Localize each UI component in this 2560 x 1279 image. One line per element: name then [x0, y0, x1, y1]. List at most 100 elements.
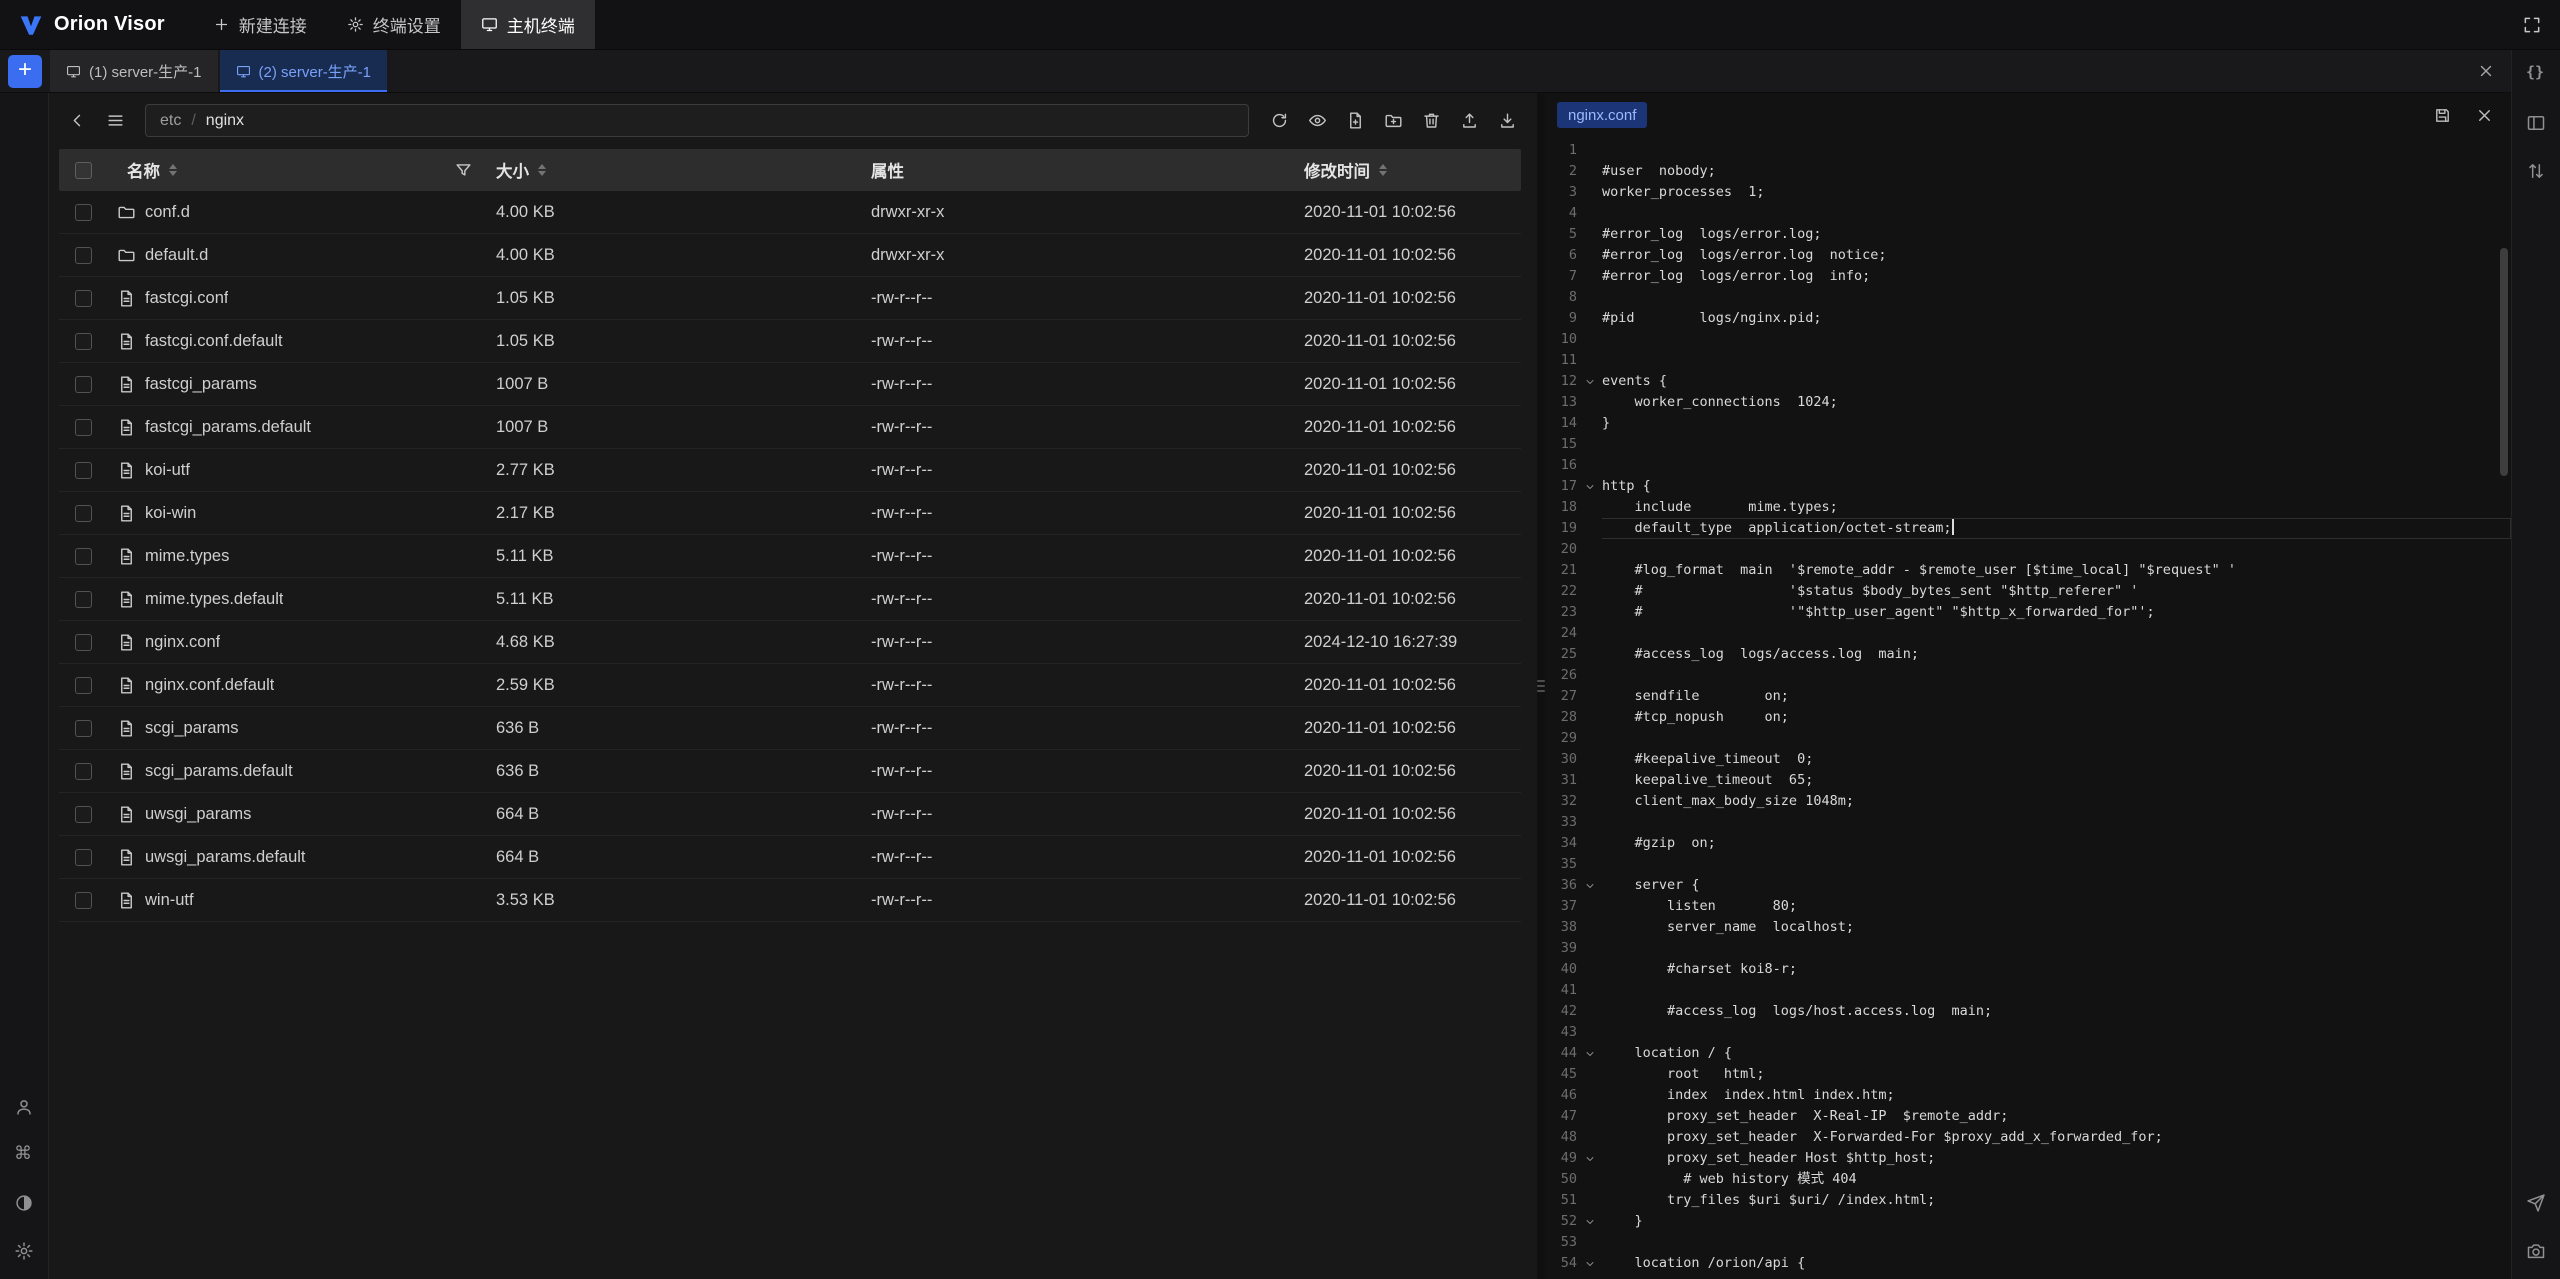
code-line[interactable]: 36 server { [1545, 875, 2511, 896]
code-line[interactable]: 10 [1545, 329, 2511, 350]
file-plus-button[interactable] [1339, 105, 1371, 137]
tab-server-2[interactable]: (2) server-生产-1 [220, 50, 388, 92]
code-line[interactable]: 1 [1545, 140, 2511, 161]
table-row[interactable]: nginx.conf.default2.59 KB-rw-r--r--2020-… [59, 664, 1521, 707]
row-checkbox[interactable] [75, 462, 92, 479]
code-line[interactable]: 41 [1545, 980, 2511, 1001]
row-checkbox[interactable] [75, 247, 92, 264]
row-checkbox[interactable] [75, 548, 92, 565]
code-line[interactable]: 26 [1545, 665, 2511, 686]
code-line[interactable]: 51 try_files $uri $uri/ /index.html; [1545, 1190, 2511, 1211]
code-line[interactable]: 32 client_max_body_size 1048m; [1545, 791, 2511, 812]
code-line[interactable]: 22 # '$status $body_bytes_sent "$http_re… [1545, 581, 2511, 602]
code-line[interactable]: 13 worker_connections 1024; [1545, 392, 2511, 413]
code-line[interactable]: 33 [1545, 812, 2511, 833]
code-line[interactable]: 52 } [1545, 1211, 2511, 1232]
panel-splitter[interactable] [1537, 93, 1545, 1279]
row-checkbox[interactable] [75, 806, 92, 823]
code-line[interactable]: 34 #gzip on; [1545, 833, 2511, 854]
code-line[interactable]: 53 [1545, 1232, 2511, 1253]
trash-button[interactable] [1415, 105, 1447, 137]
fold-indicator[interactable] [1577, 371, 1602, 392]
table-row[interactable]: nginx.conf4.68 KB-rw-r--r--2024-12-10 16… [59, 621, 1521, 664]
code-line[interactable]: 43 [1545, 1022, 2511, 1043]
table-row[interactable]: conf.d4.00 KBdrwxr-xr-x2020-11-01 10:02:… [59, 191, 1521, 234]
code-line[interactable]: 18 include mime.types; [1545, 497, 2511, 518]
user-button[interactable] [12, 1095, 36, 1119]
row-checkbox[interactable] [75, 204, 92, 221]
sort-button[interactable] [2524, 159, 2548, 183]
command-button[interactable]: ⌘ [12, 1143, 36, 1167]
row-checkbox[interactable] [75, 892, 92, 909]
fullscreen-button[interactable] [2504, 0, 2560, 49]
code-line[interactable]: 5#error_log logs/error.log; [1545, 224, 2511, 245]
fold-indicator[interactable] [1577, 1253, 1602, 1274]
code-line[interactable]: 27 sendfile on; [1545, 686, 2511, 707]
code-line[interactable]: 49 proxy_set_header Host $http_host; [1545, 1148, 2511, 1169]
code-line[interactable]: 2#user nobody; [1545, 161, 2511, 182]
new-tab-button[interactable]: + [8, 55, 42, 88]
fold-indicator[interactable] [1577, 1043, 1602, 1064]
sort-size-icon[interactable] [538, 164, 546, 177]
fold-indicator[interactable] [1577, 1211, 1602, 1232]
download-button[interactable] [1491, 105, 1523, 137]
row-checkbox[interactable] [75, 849, 92, 866]
folder-plus-button[interactable] [1377, 105, 1409, 137]
sort-mtime-icon[interactable] [1379, 164, 1387, 177]
sort-name-icon[interactable] [169, 164, 177, 177]
code-line[interactable]: 31 keepalive_timeout 65; [1545, 770, 2511, 791]
code-line[interactable]: 17http { [1545, 476, 2511, 497]
code-line[interactable]: 14} [1545, 413, 2511, 434]
code-line[interactable]: 21 #log_format main '$remote_addr - $rem… [1545, 560, 2511, 581]
table-row[interactable]: scgi_params636 B-rw-r--r--2020-11-01 10:… [59, 707, 1521, 750]
theme-button[interactable] [12, 1191, 36, 1215]
fold-indicator[interactable] [1577, 875, 1602, 896]
tab-server-1[interactable]: (1) server-生产-1 [50, 50, 218, 92]
row-checkbox[interactable] [75, 591, 92, 608]
code-line[interactable]: 29 [1545, 728, 2511, 749]
code-line[interactable]: 54 location /orion/api { [1545, 1253, 2511, 1274]
code-line[interactable]: 38 server_name localhost; [1545, 917, 2511, 938]
code-line[interactable]: 48 proxy_set_header X-Forwarded-For $pro… [1545, 1127, 2511, 1148]
code-line[interactable]: 11 [1545, 350, 2511, 371]
code-line[interactable]: 42 #access_log logs/host.access.log main… [1545, 1001, 2511, 1022]
code-line[interactable]: 20 [1545, 539, 2511, 560]
upload-button[interactable] [1453, 105, 1485, 137]
code-line[interactable]: 4 [1545, 203, 2511, 224]
row-checkbox[interactable] [75, 505, 92, 522]
filter-button[interactable] [451, 158, 475, 182]
code-line[interactable]: 19 default_type application/octet-stream… [1545, 518, 2511, 539]
code-line[interactable]: 23 # '"$http_user_agent" "$http_x_forwar… [1545, 602, 2511, 623]
list-view-button[interactable] [99, 105, 131, 137]
code-line[interactable]: 37 listen 80; [1545, 896, 2511, 917]
row-checkbox[interactable] [75, 376, 92, 393]
code-line[interactable]: 7#error_log logs/error.log info; [1545, 266, 2511, 287]
code-line[interactable]: 25 #access_log logs/access.log main; [1545, 644, 2511, 665]
breadcrumb-segment-current[interactable]: nginx [206, 112, 244, 130]
send-button[interactable] [2524, 1191, 2548, 1215]
code-line[interactable]: 50 # web history 模式 404 [1545, 1169, 2511, 1190]
table-row[interactable]: fastcgi_params.default1007 B-rw-r--r--20… [59, 406, 1521, 449]
row-checkbox[interactable] [75, 677, 92, 694]
table-row[interactable]: fastcgi.conf.default1.05 KB-rw-r--r--202… [59, 320, 1521, 363]
braces-button[interactable]: {} [2524, 63, 2548, 87]
menu-item-new-connection[interactable]: 新建连接 [193, 0, 327, 49]
close-all-tabs-button[interactable] [2461, 50, 2511, 92]
fold-indicator[interactable] [1577, 476, 1602, 497]
code-line[interactable]: 28 #tcp_nopush on; [1545, 707, 2511, 728]
table-row[interactable]: win-utf3.53 KB-rw-r--r--2020-11-01 10:02… [59, 879, 1521, 922]
row-checkbox[interactable] [75, 290, 92, 307]
eye-button[interactable] [1301, 105, 1333, 137]
save-button[interactable] [2429, 102, 2455, 128]
layout-button[interactable] [2524, 111, 2548, 135]
table-row[interactable]: scgi_params.default636 B-rw-r--r--2020-1… [59, 750, 1521, 793]
breadcrumb[interactable]: etc / nginx [145, 104, 1249, 137]
code-line[interactable]: 9#pid logs/nginx.pid; [1545, 308, 2511, 329]
table-row[interactable]: fastcgi.conf1.05 KB-rw-r--r--2020-11-01 … [59, 277, 1521, 320]
code-line[interactable]: 16 [1545, 455, 2511, 476]
close-editor-button[interactable] [2471, 102, 2497, 128]
code-line[interactable]: 45 root html; [1545, 1064, 2511, 1085]
code-editor[interactable]: 12#user nobody;3worker_processes 1;45#er… [1545, 136, 2511, 1279]
table-row[interactable]: mime.types5.11 KB-rw-r--r--2020-11-01 10… [59, 535, 1521, 578]
code-line[interactable]: 35 [1545, 854, 2511, 875]
